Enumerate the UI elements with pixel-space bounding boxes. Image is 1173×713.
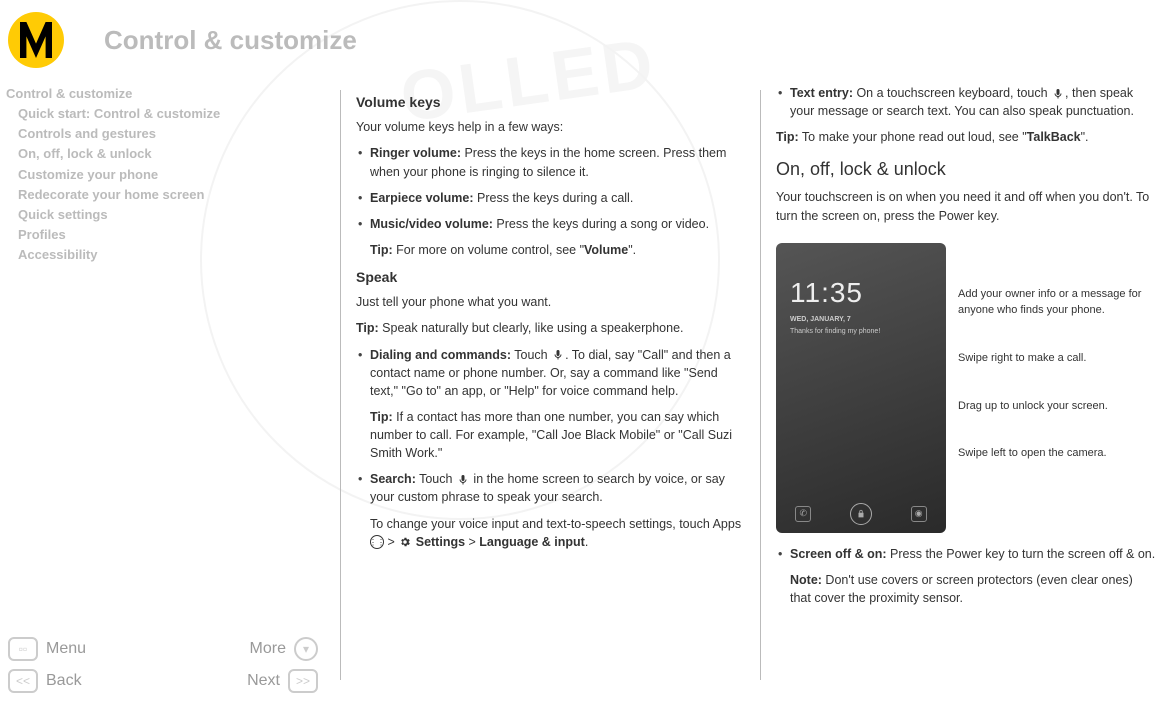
annotation: Swipe right to make a call. [958, 351, 1157, 367]
annotation: Drag up to unlock your screen. [958, 399, 1157, 415]
motorola-logo [8, 12, 64, 68]
header: Control & customize [0, 0, 1173, 84]
next-icon: >> [288, 669, 318, 693]
nav-label: More [250, 640, 286, 658]
menu-button[interactable]: ▫▫ Menu [8, 637, 86, 661]
heading-volume-keys: Volume keys [356, 92, 744, 112]
more-button[interactable]: More ▾ [250, 637, 318, 661]
column-1: Volume keys Your volume keys help in a f… [340, 84, 760, 615]
heading-speak: Speak [356, 267, 744, 287]
annotation: Swipe left to open the camera. [958, 446, 1157, 462]
mic-icon [551, 348, 565, 362]
back-icon: << [8, 669, 38, 693]
sidebar-item-onoff[interactable]: On, off, lock & unlock [6, 144, 340, 164]
text: Tip: Speak naturally but clearly, like u… [356, 319, 744, 337]
sidebar-item-quicksettings[interactable]: Quick settings [6, 205, 340, 225]
list-item: Text entry: On a touchscreen keyboard, t… [790, 84, 1157, 120]
annotation: Add your owner info or a message for any… [958, 287, 1157, 319]
sidebar-item-profiles[interactable]: Profiles [6, 225, 340, 245]
nav-label: Back [46, 672, 82, 690]
more-icon: ▾ [294, 637, 318, 661]
phone-lockscreen-mock: 11:35 WED, JANUARY, 7 Thanks for finding… [776, 243, 946, 533]
text: Your touchscreen is on when you need it … [776, 188, 1157, 224]
page-title: Control & customize [104, 25, 357, 56]
phone-date: WED, JANUARY, 7 [776, 313, 946, 325]
phone-time: 11:35 [776, 243, 946, 314]
phone-camera-icon: ◉ [911, 506, 927, 522]
sidebar-item-redecorate[interactable]: Redecorate your home screen [6, 185, 340, 205]
mic-icon [456, 473, 470, 487]
list-item: Music/video volume: Press the keys durin… [370, 215, 744, 259]
sidebar-item-control[interactable]: Control & customize [6, 84, 340, 104]
phone-lock-icon [850, 503, 872, 525]
sidebar: Control & customize Quick start: Control… [0, 84, 340, 615]
list-item: Ringer volume: Press the keys in the hom… [370, 144, 744, 180]
nav-buttons: ▫▫ Menu More ▾ << Back Next >> [8, 637, 318, 701]
next-button[interactable]: Next >> [247, 669, 318, 693]
sidebar-item-controls[interactable]: Controls and gestures [6, 124, 340, 144]
phone-call-icon: ✆ [795, 506, 811, 522]
nav-label: Menu [46, 640, 86, 658]
list-item: Earpiece volume: Press the keys during a… [370, 189, 744, 207]
column-2: Text entry: On a touchscreen keyboard, t… [760, 84, 1173, 615]
back-button[interactable]: << Back [8, 669, 82, 693]
text: Your volume keys help in a few ways: [356, 118, 744, 136]
sidebar-item-quickstart[interactable]: Quick start: Control & customize [6, 104, 340, 124]
phone-owner-msg: Thanks for finding my phone! [776, 325, 946, 337]
apps-icon: ⋮⋮ [370, 535, 384, 549]
list-item: Screen off & on: Press the Power key to … [790, 545, 1157, 607]
settings-icon [398, 535, 412, 549]
text: Just tell your phone what you want. [356, 293, 744, 311]
heading-onoff: On, off, lock & unlock [776, 156, 1157, 182]
menu-icon: ▫▫ [8, 637, 38, 661]
annotations: Add your owner info or a message for any… [958, 233, 1157, 463]
sidebar-item-accessibility[interactable]: Accessibility [6, 245, 340, 265]
text: Tip: To make your phone read out loud, s… [776, 128, 1157, 146]
mic-icon [1051, 87, 1065, 101]
list-item: Dialing and commands: Touch . To dial, s… [370, 346, 744, 463]
nav-label: Next [247, 672, 280, 690]
sidebar-item-customize[interactable]: Customize your phone [6, 165, 340, 185]
list-item: Search: Touch in the home screen to sear… [370, 470, 744, 551]
